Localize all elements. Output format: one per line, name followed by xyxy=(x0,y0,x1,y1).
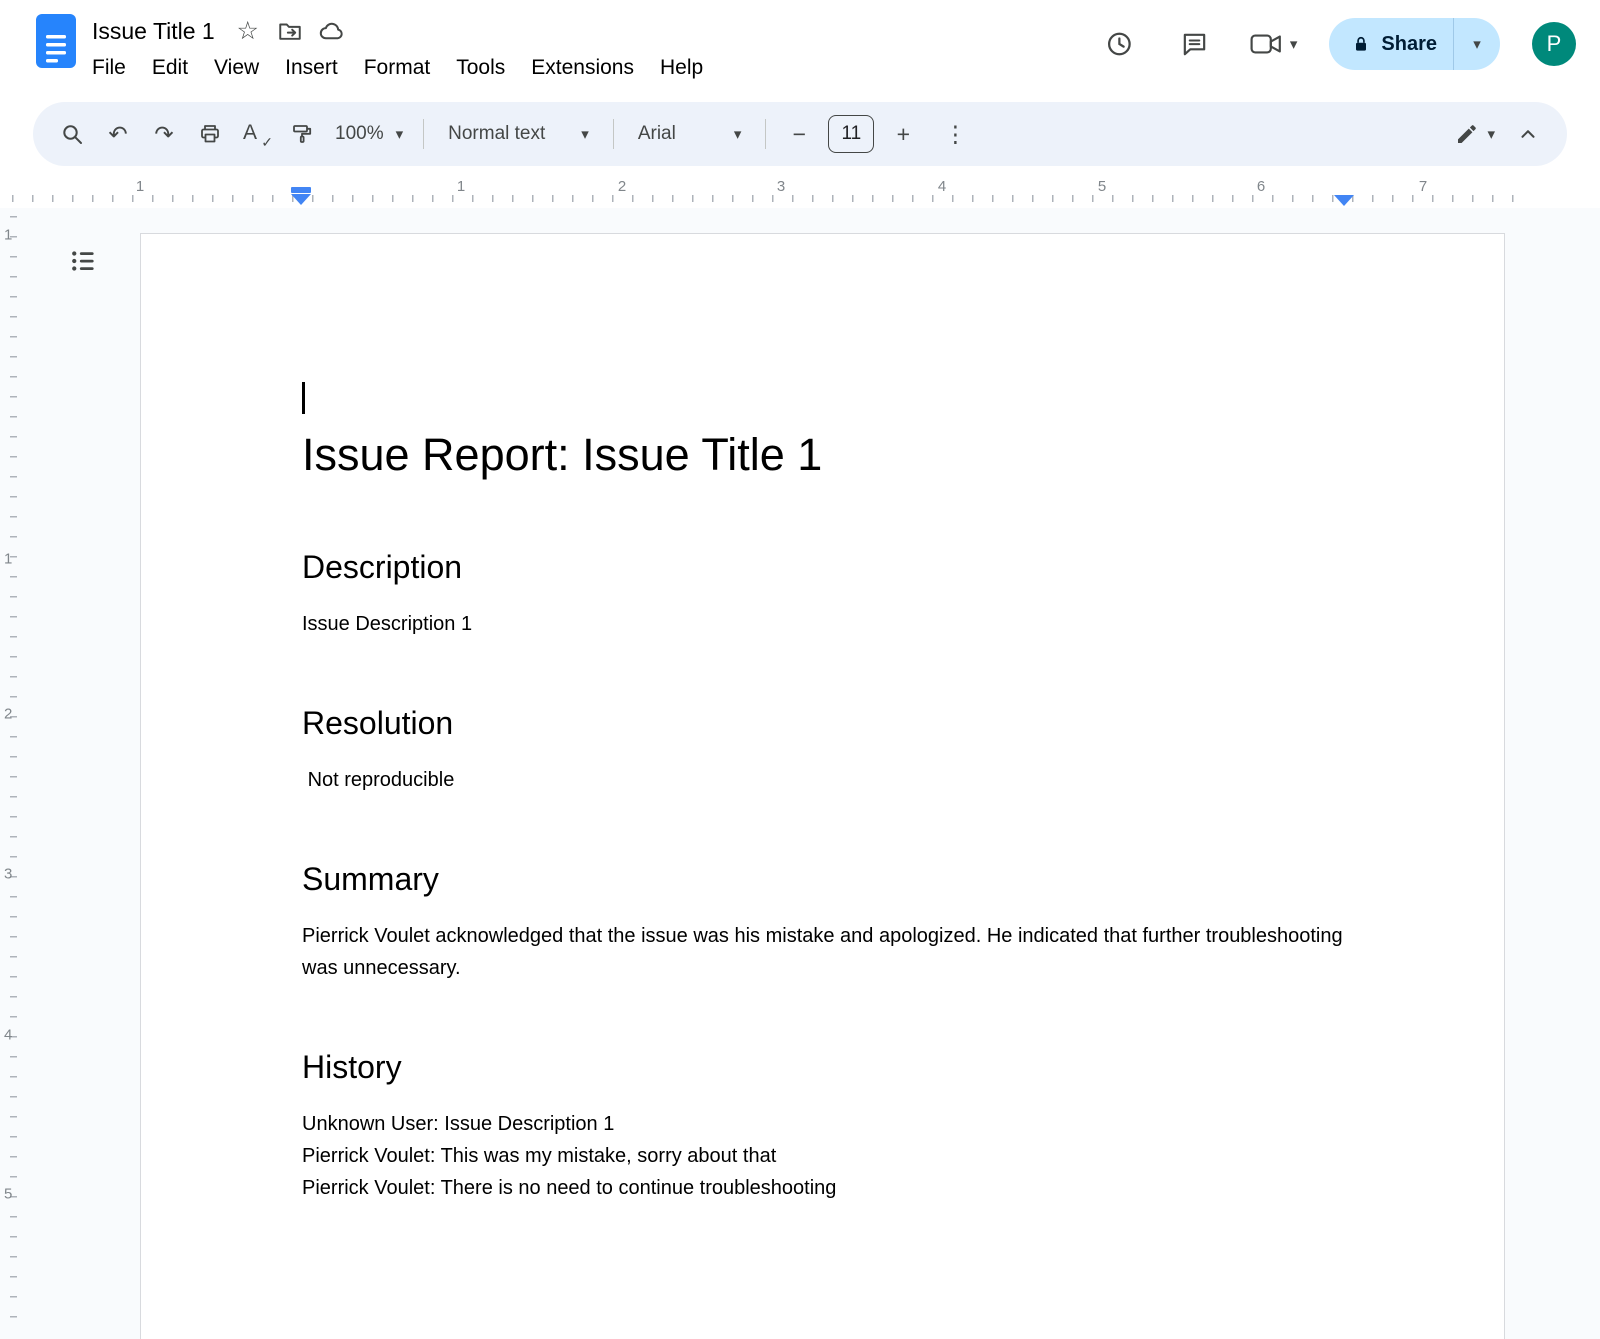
toolbar-divider xyxy=(613,119,614,149)
ruler-number: 3 xyxy=(4,866,12,883)
paragraph-style-value: Normal text xyxy=(448,123,545,145)
ruler-number: 1 xyxy=(457,178,465,195)
indent-marker-right[interactable] xyxy=(1334,194,1354,206)
menu-file[interactable]: File xyxy=(79,53,139,83)
document-page[interactable]: Issue Report: Issue Title 1 Description … xyxy=(140,233,1505,1339)
spellcheck-letter: A xyxy=(243,121,257,145)
ruler-number: 5 xyxy=(4,1186,12,1203)
menu-bar: File Edit View Insert Format Tools Exten… xyxy=(79,53,716,83)
doc-heading-resolution[interactable]: Resolution xyxy=(302,702,1344,744)
doc-history-line[interactable]: Unknown User: Issue Description 1 xyxy=(302,1108,1344,1140)
doc-body-description[interactable]: Issue Description 1 xyxy=(302,608,1344,640)
ruler-number: 4 xyxy=(938,178,946,195)
chevron-down-icon: ▾ xyxy=(396,127,404,142)
ruler-number: 1 xyxy=(136,178,144,195)
zoom-value: 100% xyxy=(335,123,384,145)
vertical-ruler[interactable]: 1 1 2 3 4 5 xyxy=(0,208,28,1339)
doc-history-lines[interactable]: Unknown User: Issue Description 1 Pierri… xyxy=(302,1108,1344,1204)
ruler-number: 3 xyxy=(777,178,785,195)
collapse-toolbar-button[interactable] xyxy=(1505,111,1551,157)
lock-icon xyxy=(1351,34,1371,54)
ruler-number: 7 xyxy=(1419,178,1427,195)
share-button[interactable]: Share ▾ xyxy=(1329,18,1500,70)
first-line-indent-bar[interactable] xyxy=(291,187,311,193)
top-bar: Issue Title 1 ☆ File Edit View Insert Fo… xyxy=(0,0,1600,100)
menu-tools[interactable]: Tools xyxy=(443,53,518,83)
text-cursor xyxy=(302,382,305,414)
pen-icon xyxy=(1455,122,1479,146)
font-family-value: Arial xyxy=(638,123,676,145)
ruler-number: 4 xyxy=(4,1027,12,1044)
undo-button[interactable]: ↶ xyxy=(95,111,141,157)
font-family-control[interactable]: Arial ▾ xyxy=(624,123,756,145)
doc-body-summary[interactable]: Pierrick Voulet acknowledged that the is… xyxy=(302,920,1344,984)
comments-icon[interactable] xyxy=(1173,22,1217,66)
video-camera-icon xyxy=(1249,32,1283,56)
ruler-number: 2 xyxy=(618,178,626,195)
right-indent-triangle[interactable] xyxy=(1334,195,1354,206)
chevron-down-icon: ▾ xyxy=(581,127,589,142)
ruler-number: 6 xyxy=(1257,178,1265,195)
ruler-ticks xyxy=(12,195,1530,202)
toolbar-divider xyxy=(765,119,766,149)
menu-format[interactable]: Format xyxy=(351,53,444,83)
chevron-down-icon: ▾ xyxy=(734,127,742,142)
search-icon[interactable] xyxy=(49,111,95,157)
doc-title-text[interactable]: Issue Report: Issue Title 1 xyxy=(302,426,1344,484)
document-title[interactable]: Issue Title 1 xyxy=(92,18,215,45)
print-button[interactable] xyxy=(187,111,233,157)
version-history-icon[interactable] xyxy=(1097,22,1141,66)
doc-heading-summary[interactable]: Summary xyxy=(302,858,1344,900)
chevron-down-icon[interactable]: ▾ xyxy=(1290,37,1298,52)
menu-edit[interactable]: Edit xyxy=(139,53,201,83)
doc-body-resolution[interactable]: Not reproducible xyxy=(302,764,1344,796)
doc-history-line[interactable]: Pierrick Voulet: There is no need to con… xyxy=(302,1172,1344,1204)
ruler-number: 1 xyxy=(4,227,12,244)
doc-history-line[interactable]: Pierrick Voulet: This was my mistake, so… xyxy=(302,1140,1344,1172)
move-to-folder-icon[interactable] xyxy=(275,16,305,46)
doc-heading-history[interactable]: History xyxy=(302,1046,1344,1088)
toolbar-container: ↶ ↷ A ✓ 100% ▾ xyxy=(0,100,1600,176)
menu-insert[interactable]: Insert xyxy=(272,53,351,83)
zoom-control[interactable]: 100% ▾ xyxy=(325,123,413,145)
ruler-number: 2 xyxy=(4,706,12,723)
ruler-number: 1 xyxy=(4,551,12,568)
paint-format-button[interactable] xyxy=(279,111,325,157)
menu-view[interactable]: View xyxy=(201,53,272,83)
document-canvas: Issue Report: Issue Title 1 Description … xyxy=(28,208,1600,1339)
account-avatar[interactable]: P xyxy=(1532,22,1576,66)
ruler-number: 5 xyxy=(1098,178,1106,195)
check-icon: ✓ xyxy=(261,134,273,151)
menu-extensions[interactable]: Extensions xyxy=(518,53,647,83)
editing-mode-control[interactable]: ▾ xyxy=(1445,122,1505,146)
chevron-down-icon: ▾ xyxy=(1487,127,1495,142)
spellcheck-button[interactable]: A ✓ xyxy=(233,111,279,157)
indent-marker-left[interactable] xyxy=(291,187,311,205)
toolbar-divider xyxy=(423,119,424,149)
redo-button[interactable]: ↷ xyxy=(141,111,187,157)
doc-heading-description[interactable]: Description xyxy=(302,546,1344,588)
font-size-input[interactable]: 11 xyxy=(828,115,874,153)
main-area: 1 1 2 3 4 5 Issue Report: Issue Title 1 … xyxy=(0,208,1600,1339)
menu-help[interactable]: Help xyxy=(647,53,716,83)
meet-video-button[interactable]: ▾ xyxy=(1249,32,1298,56)
more-options-kebab-icon[interactable]: ⋮ xyxy=(932,111,978,157)
star-icon[interactable]: ☆ xyxy=(233,16,263,46)
share-dropdown-caret[interactable]: ▾ xyxy=(1454,18,1500,70)
increase-font-size-button[interactable]: + xyxy=(880,111,926,157)
decrease-font-size-button[interactable]: − xyxy=(776,111,822,157)
toolbar: ↶ ↷ A ✓ 100% ▾ xyxy=(33,102,1567,166)
document-outline-icon[interactable] xyxy=(68,246,100,278)
horizontal-ruler[interactable]: 1 1 2 3 4 5 6 7 xyxy=(0,176,1600,208)
ruler-ticks xyxy=(10,216,17,1327)
docs-logo[interactable] xyxy=(36,14,76,68)
share-button-label: Share xyxy=(1381,33,1437,56)
paragraph-style-control[interactable]: Normal text ▾ xyxy=(434,123,603,145)
cloud-save-status-icon[interactable] xyxy=(317,16,347,46)
left-indent-triangle[interactable] xyxy=(291,194,311,205)
